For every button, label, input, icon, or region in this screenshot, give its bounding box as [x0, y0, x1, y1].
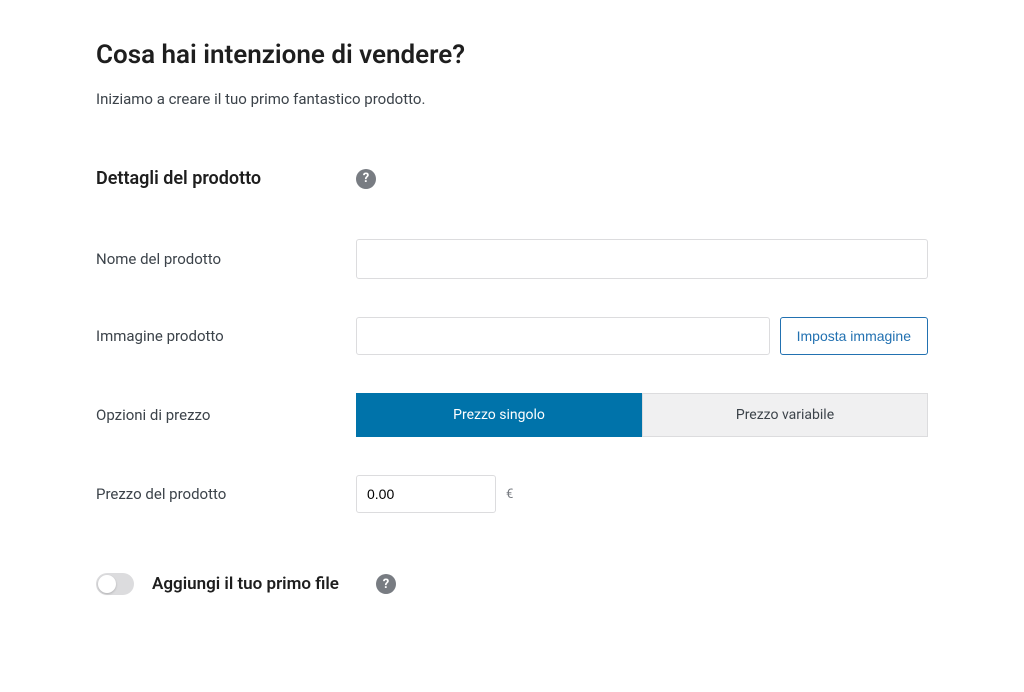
currency-symbol: € [506, 487, 513, 502]
product-name-row: Nome del prodotto [96, 239, 928, 279]
product-price-label: Prezzo del prodotto [96, 485, 356, 503]
product-image-input[interactable] [356, 317, 770, 355]
product-name-input[interactable] [356, 239, 928, 279]
product-price-input[interactable] [356, 475, 496, 513]
product-image-row: Immagine prodotto Imposta immagine [96, 317, 928, 355]
file-toggle-switch[interactable] [96, 573, 134, 595]
file-section: Aggiungi il tuo primo file ? [96, 573, 928, 595]
price-options-row: Opzioni di prezzo Prezzo singolo Prezzo … [96, 393, 928, 437]
help-icon[interactable]: ? [376, 574, 396, 594]
file-section-title: Aggiungi il tuo primo file [152, 573, 339, 595]
help-icon[interactable]: ? [356, 169, 376, 189]
product-details-header: Dettagli del prodotto ? [96, 168, 928, 189]
product-details-title: Dettagli del prodotto [96, 168, 336, 189]
price-option-single[interactable]: Prezzo singolo [356, 393, 642, 437]
price-options-label: Opzioni di prezzo [96, 406, 356, 424]
set-image-button[interactable]: Imposta immagine [780, 317, 928, 355]
price-option-variable[interactable]: Prezzo variabile [642, 393, 928, 437]
switch-knob [98, 575, 116, 593]
price-options-toggle: Prezzo singolo Prezzo variabile [356, 393, 928, 437]
product-price-row: Prezzo del prodotto € [96, 475, 928, 513]
product-name-label: Nome del prodotto [96, 250, 356, 268]
page-subtitle: Iniziamo a creare il tuo primo fantastic… [96, 90, 928, 108]
product-image-label: Immagine prodotto [96, 327, 356, 345]
page-title: Cosa hai intenzione di vendere? [96, 40, 928, 70]
